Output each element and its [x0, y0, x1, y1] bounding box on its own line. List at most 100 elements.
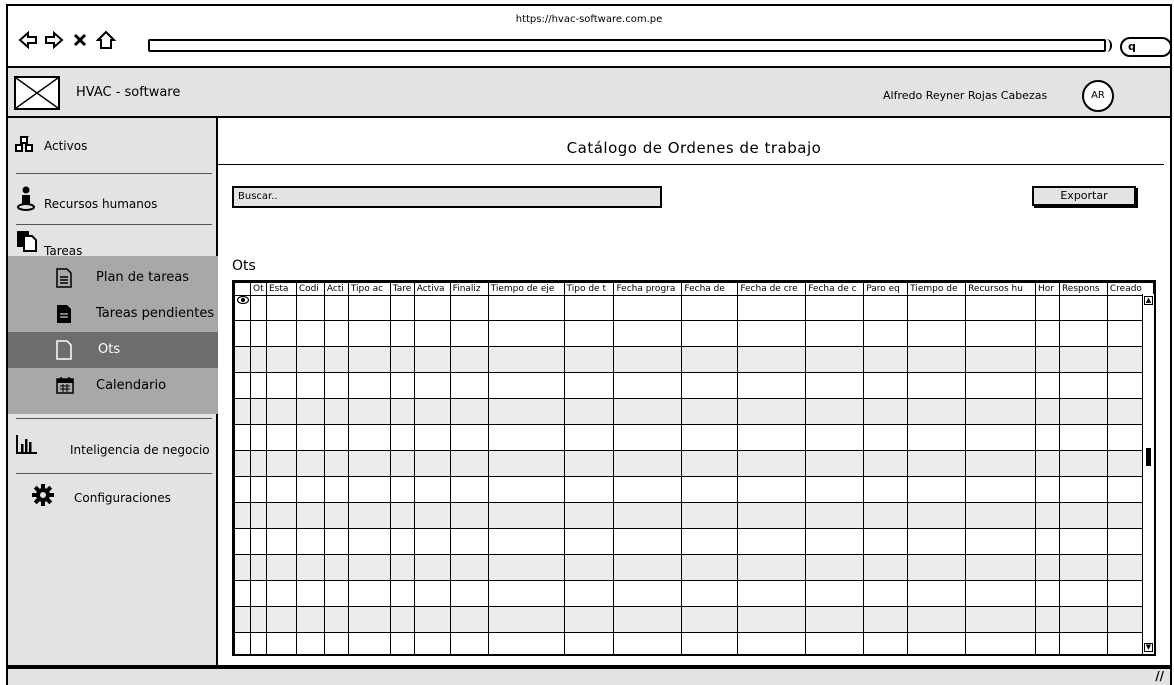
table-cell[interactable]: [487, 372, 565, 399]
back-arrow-icon[interactable]: [18, 30, 38, 52]
table-cell[interactable]: [347, 606, 391, 633]
table-cell[interactable]: [389, 502, 415, 529]
column-header[interactable]: Paro eq: [863, 282, 909, 296]
table-cell[interactable]: [413, 632, 451, 654]
table-row[interactable]: [234, 528, 1154, 555]
table-cell[interactable]: [323, 502, 349, 529]
table-cell[interactable]: [737, 632, 807, 654]
table-cell[interactable]: [737, 320, 807, 347]
table-cell[interactable]: [737, 424, 807, 451]
table-cell[interactable]: [1058, 424, 1108, 451]
table-cell[interactable]: [323, 554, 349, 581]
row-selector-cell[interactable]: [234, 502, 251, 529]
table-cell[interactable]: [805, 346, 865, 373]
table-row[interactable]: [234, 554, 1154, 581]
table-cell[interactable]: [681, 295, 739, 321]
table-cell[interactable]: [1034, 502, 1060, 529]
table-cell[interactable]: [737, 450, 807, 477]
table-cell[interactable]: [347, 450, 391, 477]
table-cell[interactable]: [563, 632, 615, 654]
table-cell[interactable]: [965, 346, 1036, 373]
table-cell[interactable]: [347, 372, 391, 399]
table-cell[interactable]: [805, 606, 865, 633]
table-cell[interactable]: [413, 398, 451, 425]
table-cell[interactable]: [1034, 476, 1060, 503]
table-cell[interactable]: [613, 398, 683, 425]
table-cell[interactable]: [965, 372, 1036, 399]
table-cell[interactable]: [965, 580, 1036, 607]
table-cell[interactable]: [323, 372, 349, 399]
column-header[interactable]: Fecha progra: [613, 282, 683, 296]
row-selector-cell[interactable]: [234, 320, 251, 347]
table-cell[interactable]: [323, 476, 349, 503]
table-cell[interactable]: [323, 606, 349, 633]
table-cell[interactable]: [487, 398, 565, 425]
table-cell[interactable]: [413, 476, 451, 503]
row-selector-cell[interactable]: [234, 554, 251, 581]
table-cell[interactable]: [563, 372, 615, 399]
table-cell[interactable]: [295, 320, 325, 347]
resize-grip-icon[interactable]: //: [1155, 669, 1164, 683]
table-cell[interactable]: [863, 372, 909, 399]
table-cell[interactable]: [613, 528, 683, 555]
table-cell[interactable]: [449, 320, 489, 347]
table-cell[interactable]: [389, 320, 415, 347]
table-cell[interactable]: [681, 580, 739, 607]
table-cell[interactable]: [965, 554, 1036, 581]
table-cell[interactable]: [295, 632, 325, 654]
table-cell[interactable]: [805, 476, 865, 503]
table-cell[interactable]: [449, 606, 489, 633]
table-cell[interactable]: [413, 502, 451, 529]
table-cell[interactable]: [449, 502, 489, 529]
table-cell[interactable]: [805, 632, 865, 654]
table-cell[interactable]: [413, 346, 451, 373]
table-cell[interactable]: [265, 476, 297, 503]
sidebar-subitem-tareas-pendientes[interactable]: Tareas pendientes: [8, 296, 218, 332]
table-cell[interactable]: [681, 554, 739, 581]
table-cell[interactable]: [449, 554, 489, 581]
sidebar-item-activos[interactable]: Activos: [8, 134, 218, 160]
sidebar-subitem-plan-de-tareas[interactable]: Plan de tareas: [8, 260, 218, 296]
table-cell[interactable]: [1034, 632, 1060, 654]
column-header[interactable]: Fecha de cre: [737, 282, 807, 296]
table-cell[interactable]: [863, 554, 909, 581]
table-cell[interactable]: [413, 295, 451, 321]
table-cell[interactable]: [907, 424, 967, 451]
address-bar[interactable]: [148, 39, 1112, 52]
table-cell[interactable]: [265, 554, 297, 581]
table-cell[interactable]: [389, 606, 415, 633]
table-cell[interactable]: [449, 450, 489, 477]
table-cell[interactable]: [249, 372, 267, 399]
table-cell[interactable]: [613, 424, 683, 451]
scroll-down-arrow-icon[interactable]: ▼: [1144, 643, 1153, 652]
table-cell[interactable]: [613, 632, 683, 654]
table-cell[interactable]: [805, 554, 865, 581]
table-row[interactable]: [234, 295, 1154, 321]
vertical-scrollbar[interactable]: ▲ ▼: [1142, 294, 1154, 654]
table-cell[interactable]: [265, 398, 297, 425]
table-cell[interactable]: [965, 476, 1036, 503]
scroll-thumb[interactable]: [1146, 448, 1151, 466]
table-cell[interactable]: [413, 580, 451, 607]
column-header[interactable]: Ot: [249, 282, 267, 296]
table-cell[interactable]: [805, 424, 865, 451]
row-selector-cell[interactable]: [234, 398, 251, 425]
table-cell[interactable]: [613, 320, 683, 347]
table-row[interactable]: [234, 320, 1154, 347]
row-selector-cell[interactable]: [234, 372, 251, 399]
table-cell[interactable]: [249, 320, 267, 347]
table-cell[interactable]: [347, 632, 391, 654]
table-cell[interactable]: [265, 450, 297, 477]
table-cell[interactable]: [389, 554, 415, 581]
table-cell[interactable]: [389, 372, 415, 399]
table-cell[interactable]: [805, 398, 865, 425]
table-cell[interactable]: [907, 632, 967, 654]
table-cell[interactable]: [295, 502, 325, 529]
column-header[interactable]: Codi: [295, 282, 325, 296]
table-cell[interactable]: [323, 320, 349, 347]
sidebar-subitem-ots[interactable]: Ots: [8, 332, 218, 368]
table-cell[interactable]: [265, 346, 297, 373]
table-cell[interactable]: [323, 398, 349, 425]
home-icon[interactable]: [96, 30, 116, 52]
table-cell[interactable]: [1034, 528, 1060, 555]
